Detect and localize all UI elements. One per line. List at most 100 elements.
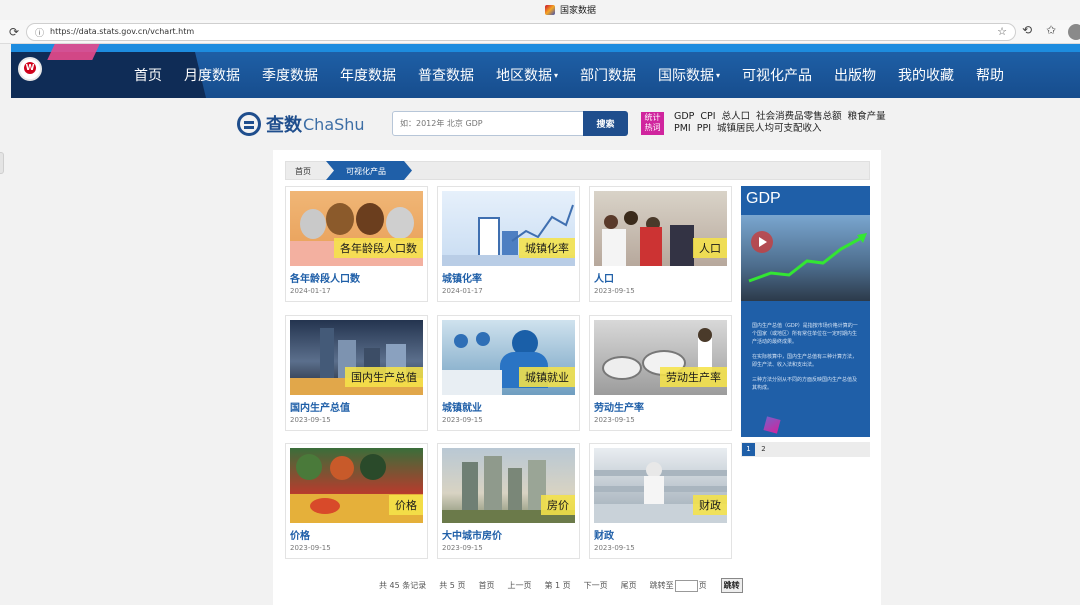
nav-menu: 首页 月度数据 季度数据 年度数据 普查数据 地区数据 ▾ 部门数据 国际数据 ▾ 可视化产品 出版物… bbox=[123, 52, 1015, 98]
feature-paragraph: 三种方法分别从不同的方面反映国内生产总值及其构成。 bbox=[752, 377, 858, 391]
card-title-link[interactable]: 大中城市房价 bbox=[442, 527, 502, 542]
logo-mark-icon: W bbox=[24, 62, 36, 74]
sidebar-handle[interactable] bbox=[0, 152, 4, 174]
nav-item-0[interactable]: 首页 bbox=[123, 52, 173, 98]
hot-word-link[interactable]: PPI bbox=[697, 123, 711, 134]
product-card[interactable]: 劳动生产率 劳动生产率 2023-09-15 bbox=[589, 315, 732, 431]
product-card[interactable]: 城镇化率 城镇化率 2024-01-17 bbox=[437, 186, 580, 302]
jump-button[interactable]: 跳转 bbox=[720, 578, 743, 593]
last-page-link[interactable]: 尾页 bbox=[621, 580, 637, 591]
card-date: 2023-09-15 bbox=[594, 287, 635, 295]
card-thumbnail[interactable]: 人口 bbox=[594, 191, 727, 266]
nav-item-2[interactable]: 季度数据 bbox=[251, 52, 329, 98]
card-date: 2023-09-15 bbox=[594, 544, 635, 552]
product-card[interactable]: 城镇就业 城镇就业 2023-09-15 bbox=[437, 315, 580, 431]
card-title-link[interactable]: 人口 bbox=[594, 270, 614, 285]
chashu-brand[interactable]: 查数 ChaShu bbox=[237, 111, 365, 137]
thumbnail-caption: 人口 bbox=[693, 238, 727, 258]
hot-word-link[interactable]: GDP bbox=[674, 111, 694, 122]
card-date: 2023-09-15 bbox=[594, 416, 635, 424]
thumbnail-caption: 城镇化率 bbox=[519, 238, 575, 258]
hot-word-link[interactable]: PMI bbox=[674, 123, 691, 134]
nav-item-10[interactable]: 我的收藏 bbox=[887, 52, 965, 98]
nav-item-8[interactable]: 可视化产品 bbox=[731, 52, 823, 98]
favorites-icon[interactable]: ✩ bbox=[1046, 23, 1056, 37]
product-card[interactable]: 财政 财政 2023-09-15 bbox=[589, 443, 732, 559]
bookmark-star-icon[interactable]: ☆ bbox=[997, 25, 1007, 38]
card-title-link[interactable]: 财政 bbox=[594, 527, 614, 542]
page-number-input[interactable] bbox=[674, 579, 698, 592]
reload-icon[interactable]: ⟳ bbox=[9, 25, 19, 39]
profile-avatar[interactable] bbox=[1068, 24, 1080, 40]
site-logo[interactable]: W bbox=[18, 57, 42, 81]
nav-item-6[interactable]: 部门数据 bbox=[569, 52, 647, 98]
card-title-link[interactable]: 价格 bbox=[290, 527, 310, 542]
card-title-link[interactable]: 城镇就业 bbox=[442, 399, 482, 414]
url-field[interactable]: ⓘ https://data.stats.gov.cn/vchart.htm ☆ bbox=[26, 23, 1016, 41]
feature-paragraph: 国内生产总值（GDP）是指按市场价格计算的一个国家（或地区）所有常住单位在一定时… bbox=[752, 323, 858, 345]
next-page-link[interactable]: 下一页 bbox=[584, 580, 608, 591]
thumbnail-caption: 房价 bbox=[541, 495, 575, 515]
feature-description: 国内生产总值（GDP）是指按市场价格计算的一个国家（或地区）所有常住单位在一定时… bbox=[752, 322, 860, 399]
card-thumbnail[interactable]: 各年龄段人口数 bbox=[290, 191, 423, 266]
card-thumbnail[interactable]: 财政 bbox=[594, 448, 727, 523]
feature-title: GDP bbox=[746, 190, 781, 207]
card-title-link[interactable]: 城镇化率 bbox=[442, 270, 482, 285]
card-thumbnail[interactable]: 国内生产总值 bbox=[290, 320, 423, 395]
chashu-logo-icon bbox=[237, 112, 261, 136]
nav-item-9[interactable]: 出版物 bbox=[823, 52, 887, 98]
hot-word-link[interactable]: CPI bbox=[700, 111, 715, 122]
hot-words-row: PMI PPI 城镇居民人均可支配收入 bbox=[674, 123, 892, 135]
extensions-icon[interactable]: ⟲ bbox=[1022, 23, 1032, 37]
first-page-link[interactable]: 首页 bbox=[478, 580, 494, 591]
product-card[interactable]: 价格 价格 2023-09-15 bbox=[285, 443, 428, 559]
card-title-link[interactable]: 国内生产总值 bbox=[290, 399, 350, 414]
card-date: 2023-09-15 bbox=[290, 544, 331, 552]
breadcrumb-home[interactable]: 首页 bbox=[295, 166, 311, 177]
nav-item-label: 首页 bbox=[134, 68, 162, 84]
site-favicon-icon bbox=[545, 4, 555, 15]
card-title-link[interactable]: 劳动生产率 bbox=[594, 399, 644, 414]
gdp-feature-banner[interactable]: GDP 国内生产总值（GDP）是指按市场价格计算的一个国家（或地区）所有常住单位… bbox=[741, 186, 870, 437]
total-records: 共 45 条记录 bbox=[379, 581, 427, 590]
nav-item-1[interactable]: 月度数据 bbox=[173, 52, 251, 98]
prev-page-link[interactable]: 上一页 bbox=[507, 580, 531, 591]
nav-item-3[interactable]: 年度数据 bbox=[329, 52, 407, 98]
nav-item-label: 可视化产品 bbox=[742, 68, 813, 84]
card-thumbnail[interactable]: 城镇就业 bbox=[442, 320, 575, 395]
search-input[interactable] bbox=[392, 111, 584, 136]
product-card[interactable]: 国内生产总值 国内生产总值 2023-09-15 bbox=[285, 315, 428, 431]
card-thumbnail[interactable]: 劳动生产率 bbox=[594, 320, 727, 395]
feature-page-1[interactable]: 1 bbox=[742, 443, 755, 456]
card-title-link[interactable]: 各年龄段人口数 bbox=[290, 270, 360, 285]
card-date: 2024-01-17 bbox=[442, 287, 483, 295]
thumbnail-caption: 劳动生产率 bbox=[660, 367, 727, 387]
browser-tab[interactable]: 国家数据 bbox=[545, 3, 596, 16]
card-thumbnail[interactable]: 房价 bbox=[442, 448, 575, 523]
search-button[interactable]: 搜索 bbox=[583, 111, 628, 136]
product-card[interactable]: 房价 大中城市房价 2023-09-15 bbox=[437, 443, 580, 559]
hot-word-link[interactable]: 粮食产量 bbox=[848, 111, 886, 122]
card-thumbnail[interactable]: 城镇化率 bbox=[442, 191, 575, 266]
nav-item-label: 帮助 bbox=[976, 68, 1005, 84]
tab-title: 国家数据 bbox=[560, 6, 597, 16]
site-info-icon[interactable]: ⓘ bbox=[35, 26, 44, 39]
nav-item-label: 月度数据 bbox=[184, 68, 240, 84]
nav-item-4[interactable]: 普查数据 bbox=[407, 52, 485, 98]
hot-words-list: GDP CPI 总人口 社会消费品零售总额 粮食产量 PMI PPI 城镇居民人均可支配收入 bbox=[674, 111, 892, 135]
page-unit-label: 页 bbox=[698, 581, 707, 590]
nav-item-5[interactable]: 地区数据 ▾ bbox=[485, 52, 569, 98]
hot-word-link[interactable]: 社会消费品零售总额 bbox=[756, 111, 842, 122]
hot-word-link[interactable]: 总人口 bbox=[722, 111, 751, 122]
decorative-shape bbox=[47, 44, 100, 60]
card-date: 2024-01-17 bbox=[290, 287, 331, 295]
nav-item-11[interactable]: 帮助 bbox=[965, 52, 1015, 98]
hot-word-link[interactable]: 城镇居民人均可支配收入 bbox=[717, 123, 822, 134]
thumbnail-caption: 国内生产总值 bbox=[345, 367, 423, 387]
feature-page-2[interactable]: 2 bbox=[757, 443, 770, 456]
product-card[interactable]: 人口 人口 2023-09-15 bbox=[589, 186, 732, 302]
nav-item-7[interactable]: 国际数据 ▾ bbox=[647, 52, 731, 98]
product-card[interactable]: 各年龄段人口数 各年龄段人口数 2024-01-17 bbox=[285, 186, 428, 302]
breadcrumb-current[interactable]: 可视化产品 bbox=[326, 161, 412, 180]
card-thumbnail[interactable]: 价格 bbox=[290, 448, 423, 523]
